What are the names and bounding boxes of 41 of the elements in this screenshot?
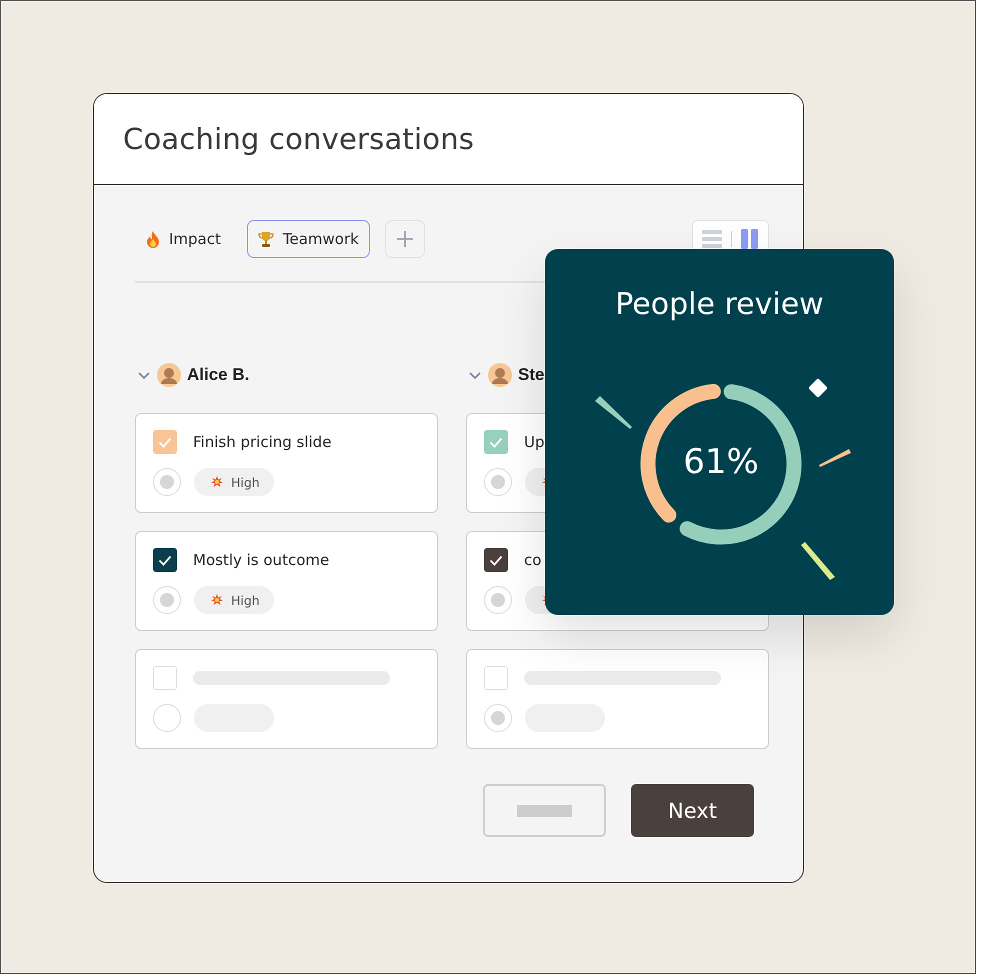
check-icon [158,436,172,448]
task-title: Finish pricing slide [193,433,332,451]
list-view-icon[interactable] [702,229,722,249]
radio-button[interactable] [153,468,181,496]
percent-reading: 61% [682,442,760,482]
check-icon [489,436,503,448]
person-name: Alice B. [187,365,250,385]
task-title: Up [524,433,545,451]
checkbox[interactable] [484,666,508,690]
plus-icon [396,230,414,248]
burst-icon [211,594,223,606]
radio-button[interactable] [484,586,512,614]
flame-icon [146,230,160,248]
radio-button[interactable] [153,704,181,732]
trophy-icon [258,230,274,248]
card-title: People review [615,287,824,323]
window-title: Coaching conversations [123,122,474,156]
board-view-icon[interactable] [741,229,759,249]
checkbox[interactable] [153,548,177,572]
check-icon [158,554,172,566]
radio-button[interactable] [484,704,512,732]
add-button[interactable] [384,220,425,258]
priority-tag: High [194,468,274,496]
person-name: Ste [518,365,544,385]
tag-chip[interactable]: Impact [135,220,232,258]
checkbox[interactable] [153,666,177,690]
priority-tag: High [194,586,274,614]
avatar-icon [488,363,512,387]
checkbox[interactable] [484,430,508,454]
checkbox[interactable] [153,430,177,454]
task-title: co [524,551,542,569]
blank-button[interactable] [483,784,606,837]
task-title: Mostly is outcome [193,551,330,569]
checkbox[interactable] [484,548,508,572]
burst-icon [211,476,223,488]
tag-chip[interactable]: Teamwork [246,220,370,258]
next-button[interactable]: Next [631,784,754,837]
radio-button[interactable] [153,586,181,614]
radio-button[interactable] [484,468,512,496]
avatar-icon [157,363,181,387]
check-icon [489,554,503,566]
